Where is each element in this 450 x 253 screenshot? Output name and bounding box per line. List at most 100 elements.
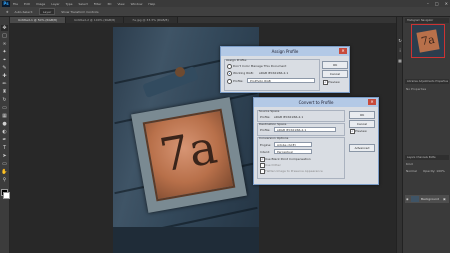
black-point-label: Use Black Point Compensation: [265, 157, 311, 161]
tools-panel: ✥ □ ∞ ✦ ⌖ ✎ ✚ ✏ ♜ ↻ ▭ ▦ ● ◐ ✒ T ➤ ▭ ✋ ⚲: [0, 17, 10, 253]
dither-label: Use Dither: [265, 163, 281, 167]
pen-tool-icon[interactable]: ✒: [1, 137, 8, 143]
eyedropper-tool-icon[interactable]: ✎: [1, 65, 8, 71]
engine-select[interactable]: Adobe (ACE): [274, 142, 312, 147]
menu-image[interactable]: Image: [36, 2, 45, 6]
house-number-sign: 7a: [131, 97, 247, 213]
tab-libraries[interactable]: Libraries: [407, 80, 418, 83]
navigator-panel-tabs: Histogram Navigator: [405, 18, 449, 23]
source-space-label: Source Space: [259, 109, 280, 113]
maximize-icon[interactable]: □: [435, 1, 439, 6]
navigator-thumbnail[interactable]: 7a: [411, 24, 445, 58]
destination-space-label: Destination Space: [259, 122, 287, 126]
menu-layer[interactable]: Layer: [51, 2, 59, 6]
assign-profile-dialog: Assign Profile ✕ Assign Profile: Don't C…: [220, 46, 350, 93]
eye-icon[interactable]: ◉: [406, 197, 409, 201]
history-brush-tool-icon[interactable]: ↻: [1, 97, 8, 103]
close-icon[interactable]: ✕: [368, 99, 376, 105]
convert-profile-title: Convert to Profile: [254, 98, 378, 107]
properties-panel-tabs: Libraries Adjustments Properties: [405, 79, 449, 84]
menu-select[interactable]: Select: [79, 2, 88, 6]
preview-label: Preview: [355, 129, 367, 133]
menu-bar: Ps File Edit Image Layer Type Select Fil…: [0, 0, 450, 7]
photoshop-logo-icon[interactable]: Ps: [2, 0, 10, 7]
tab-histogram[interactable]: Histogram: [407, 19, 420, 22]
options-bar: ✥ Auto-Select: Layer Show Transform Cont…: [0, 7, 450, 17]
layer-thumbnail: [411, 196, 419, 202]
opacity-field[interactable]: Opacity: 100%: [423, 169, 445, 173]
tab-layers[interactable]: Layers: [407, 156, 415, 159]
destination-profile-select[interactable]: sRGB IEC61966-2.1: [274, 127, 336, 132]
tab-channels[interactable]: Channels: [416, 156, 428, 159]
engine-label: Engine:: [260, 143, 272, 147]
type-tool-icon[interactable]: T: [1, 145, 8, 151]
menu-type[interactable]: Type: [66, 2, 73, 6]
source-profile-value: sRGB IEC61966-2.1: [274, 115, 304, 119]
minimize-icon[interactable]: –: [427, 1, 429, 6]
ok-button[interactable]: OK: [349, 111, 375, 119]
move-tool-icon[interactable]: ✥: [1, 25, 8, 31]
crop-tool-icon[interactable]: ⌖: [1, 57, 8, 63]
brush-tool-icon[interactable]: ✏: [1, 81, 8, 87]
house-number-text: 7a: [155, 119, 221, 183]
quick-select-tool-icon[interactable]: ✦: [1, 49, 8, 55]
intent-select[interactable]: Perceptual: [274, 149, 312, 154]
advanced-button[interactable]: Advanced: [349, 144, 375, 152]
profile-select[interactable]: ProPhoto RGB: [247, 78, 315, 83]
window-controls: – □ ✕: [427, 0, 448, 7]
lock-icon: ▣: [443, 197, 446, 201]
eraser-tool-icon[interactable]: ▭: [1, 105, 8, 111]
path-selection-tool-icon[interactable]: ➤: [1, 153, 8, 159]
dodge-tool-icon[interactable]: ◐: [1, 129, 8, 135]
close-icon[interactable]: ✕: [445, 1, 448, 6]
marquee-tool-icon[interactable]: □: [1, 33, 8, 39]
show-transform-checkbox[interactable]: Show Transform Controls: [61, 10, 98, 14]
menu-filter[interactable]: Filter: [94, 2, 101, 6]
tab-properties[interactable]: Properties: [435, 80, 448, 83]
tab-navigator[interactable]: Navigator: [421, 19, 433, 22]
layer-row-background[interactable]: ◉ Background ▣: [405, 195, 449, 203]
cancel-button[interactable]: Cancel: [349, 120, 375, 128]
hand-tool-icon[interactable]: ✋: [1, 169, 8, 175]
menu-view[interactable]: View: [117, 2, 124, 6]
preview-label: Preview: [328, 80, 340, 84]
source-profile-label: Profile:: [260, 115, 271, 119]
intent-label: Intent:: [260, 150, 270, 154]
auto-select-dropdown[interactable]: Layer: [38, 8, 56, 15]
conversion-options-label: Conversion Options: [259, 136, 289, 140]
zoom-tool-icon[interactable]: ⚲: [1, 177, 8, 183]
properties-note: No Properties: [406, 87, 427, 91]
menu-3d[interactable]: 3D: [107, 2, 111, 6]
right-panel-dock: Histogram Navigator 7a Libraries Adjustm…: [402, 17, 450, 253]
layers-panel-tabs: Layers Channels Paths: [405, 155, 449, 160]
assign-profile-section-label: Assign Profile:: [226, 58, 248, 62]
move-tool-icon[interactable]: ✥: [6, 10, 9, 14]
profile-radio[interactable]: [227, 79, 232, 84]
layer-kind-filter[interactable]: Kind: [406, 162, 413, 166]
tab-adjustments[interactable]: Adjustments: [419, 80, 435, 83]
cancel-button[interactable]: Cancel: [322, 70, 348, 78]
ok-button[interactable]: OK: [322, 61, 348, 69]
menu-edit[interactable]: Edit: [24, 2, 30, 6]
clone-stamp-tool-icon[interactable]: ♜: [1, 89, 8, 95]
dont-color-manage-label: Don't Color Manage This Document: [233, 64, 287, 68]
blur-tool-icon[interactable]: ●: [1, 121, 8, 127]
menu-help[interactable]: Help: [148, 2, 155, 6]
gradient-tool-icon[interactable]: ▦: [1, 113, 8, 119]
healing-brush-tool-icon[interactable]: ✚: [1, 73, 8, 79]
destination-profile-label: Profile:: [260, 128, 271, 132]
shape-tool-icon[interactable]: ▭: [1, 161, 8, 167]
background-color-swatch[interactable]: [3, 192, 10, 199]
convert-to-profile-dialog: Convert to Profile ✕ Source Space Profil…: [253, 97, 379, 185]
lasso-tool-icon[interactable]: ∞: [1, 41, 8, 47]
working-rgb-value: sRGB IEC61966-2.1: [259, 71, 289, 75]
menu-file[interactable]: File: [13, 2, 18, 6]
close-icon[interactable]: ✕: [339, 48, 347, 54]
dont-color-manage-radio[interactable]: [227, 64, 232, 69]
auto-select-checkbox[interactable]: Auto-Select:: [15, 10, 33, 14]
working-rgb-radio[interactable]: [227, 71, 232, 76]
tab-paths[interactable]: Paths: [429, 156, 436, 159]
menu-window[interactable]: Window: [131, 2, 143, 6]
navigator-digits: 7a: [416, 29, 440, 53]
blend-mode-select[interactable]: Normal: [406, 169, 417, 173]
